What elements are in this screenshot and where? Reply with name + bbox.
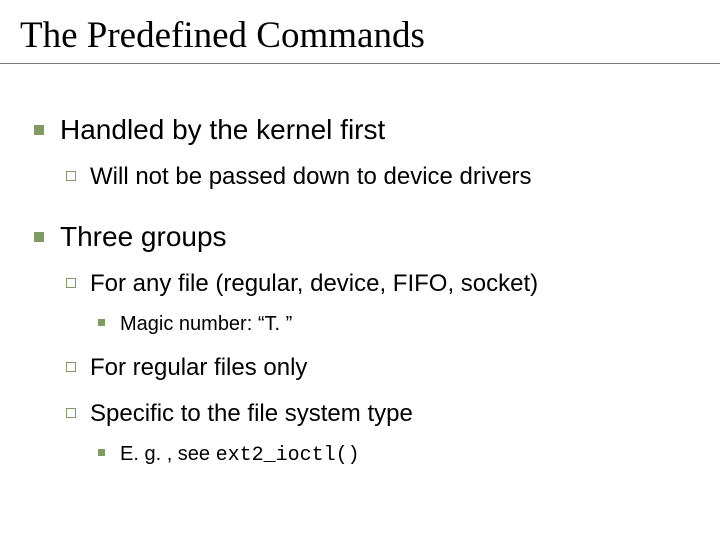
subbullet-text: Will not be passed down to device driver… <box>90 163 532 190</box>
bullet-list-level-2: Will not be passed down to device driver… <box>60 161 690 193</box>
bullet-three-groups: Three groups For any file (regular, devi… <box>30 219 690 468</box>
subsub-text: Magic number: “T. ” <box>120 313 292 335</box>
subsub-eg-ext2: E. g. , see ext2_ioctl() <box>90 441 690 469</box>
bullet-list-level-3: E. g. , see ext2_ioctl() <box>90 441 690 469</box>
subbullet-text: Specific to the file system type <box>90 400 413 427</box>
slide: The Predefined Commands Handled by the k… <box>0 0 720 540</box>
title-wrap: The Predefined Commands <box>0 0 720 64</box>
slide-body: Handled by the kernel first Will not be … <box>0 64 720 469</box>
subbullet-regular-files-only: For regular files only <box>60 352 690 384</box>
eg-pre: E. g. , see <box>120 443 216 465</box>
subsub-magic-number: Magic number: “T. ” <box>90 311 690 338</box>
subbullet-not-passed: Will not be passed down to device driver… <box>60 161 690 193</box>
subbullet-for-any-file: For any file (regular, device, FIFO, soc… <box>60 268 690 337</box>
bullet-handled-by-kernel: Handled by the kernel first Will not be … <box>30 112 690 193</box>
subbullet-fs-type-specific: Specific to the file system type E. g. ,… <box>60 398 690 468</box>
bullet-list-level-2: For any file (regular, device, FIFO, soc… <box>60 268 690 468</box>
eg-code: ext2_ioctl() <box>216 444 360 467</box>
bullet-text: Handled by the kernel first <box>60 114 385 145</box>
bullet-list-level-1: Handled by the kernel first Will not be … <box>30 112 690 469</box>
bullet-list-level-3: Magic number: “T. ” <box>90 311 690 338</box>
slide-title: The Predefined Commands <box>20 14 700 57</box>
subbullet-text: For any file (regular, device, FIFO, soc… <box>90 270 538 297</box>
bullet-text: Three groups <box>60 221 227 252</box>
subbullet-text: For regular files only <box>90 354 307 381</box>
